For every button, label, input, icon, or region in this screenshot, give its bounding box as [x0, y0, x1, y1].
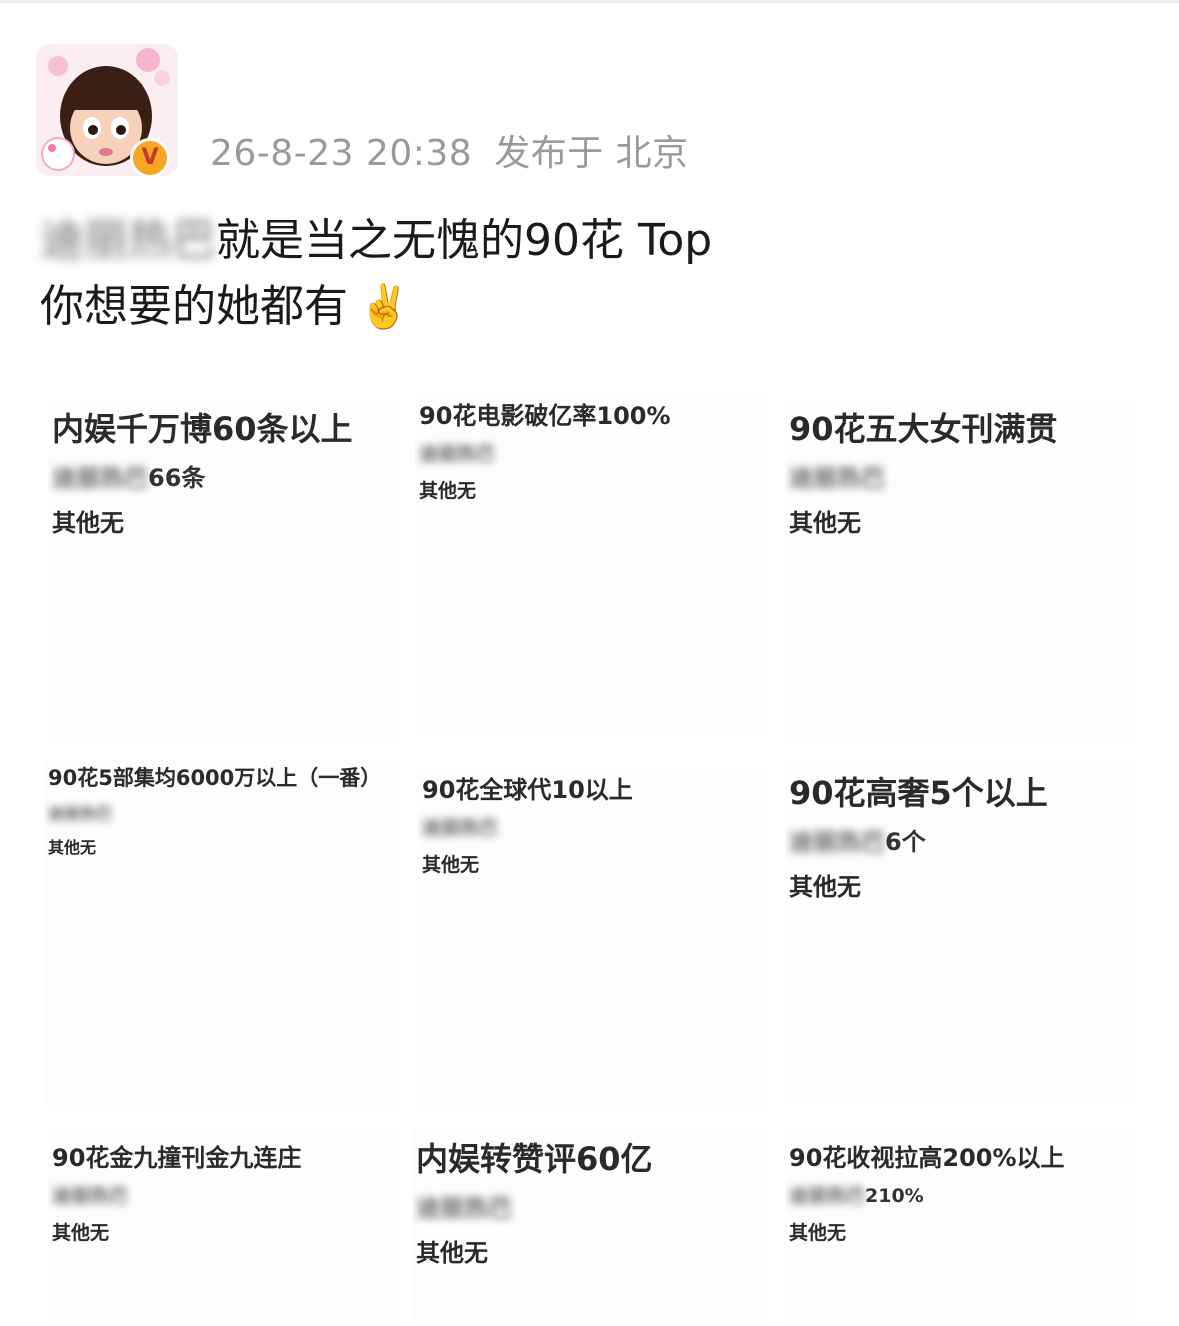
blurred-name: 迪丽热巴: [40, 215, 216, 266]
image-card-6[interactable]: 90花高奢5个以上 迪丽热巴6个 其他无: [785, 762, 1137, 1107]
card-name-line: 迪丽热巴: [48, 800, 396, 824]
card-title: 内娱千万博60条以上: [52, 410, 353, 448]
card-name-line: 迪丽热巴: [419, 439, 763, 466]
card-name-line: 迪丽热巴: [422, 813, 766, 840]
post-location: 发布于 北京: [494, 133, 689, 174]
card-other-text: 其他无: [789, 873, 861, 901]
verified-badge-icon: V: [130, 138, 170, 178]
blurred-name: 迪丽热巴: [789, 1185, 866, 1207]
blurred-name: 迪丽热巴: [789, 464, 885, 492]
card-other-text: 其他无: [419, 480, 477, 502]
post-line-2: 你想要的她都有 ✌️: [40, 274, 712, 340]
card-name-line: 迪丽热巴210%: [789, 1181, 1133, 1208]
blurred-name: 迪丽热巴: [48, 804, 113, 823]
top-divider: [0, 0, 1179, 3]
card-title: 90花全球代10以上: [422, 776, 633, 804]
card-title: 90花收视拉高200%以上: [789, 1144, 1065, 1172]
card-other-text: 其他无: [422, 854, 480, 876]
card-name-line: 迪丽热巴6个: [789, 822, 1133, 857]
image-card-2[interactable]: 90花电影破亿率100% 迪丽热巴 其他无: [415, 390, 767, 735]
image-card-1[interactable]: 内娱千万博60条以上 迪丽热巴66条 其他无: [48, 398, 400, 743]
blurred-name: 迪丽热巴: [419, 443, 496, 465]
post-line-2-text: 你想要的她都有: [40, 281, 348, 332]
post-meta: 26-8-23 20:38 发布于 北京: [210, 124, 689, 176]
card-title: 90花五大女刊满贯: [789, 410, 1058, 448]
post-body: 迪丽热巴就是当之无愧的90花 Top 你想要的她都有 ✌️: [40, 208, 712, 340]
card-name-line: 迪丽热巴: [52, 1181, 396, 1208]
post-line-1-text: 就是当之无愧的90花 Top: [216, 215, 713, 266]
post-line-1: 迪丽热巴就是当之无愧的90花 Top: [40, 208, 712, 274]
card-title: 90花高奢5个以上: [789, 774, 1048, 812]
blurred-name: 迪丽热巴: [52, 464, 148, 492]
image-card-8[interactable]: 内娱转赞评60亿 迪丽热巴 其他无: [412, 1128, 768, 1325]
card-name-suffix: 6个: [885, 828, 926, 856]
card-title: 90花电影破亿率100%: [419, 402, 671, 430]
post-timestamp: 26-8-23 20:38: [210, 133, 473, 174]
card-name-line: 迪丽热巴66条: [52, 458, 396, 493]
card-name-line: 迪丽热巴: [416, 1188, 764, 1223]
image-card-3[interactable]: 90花五大女刊满贯 迪丽热巴 其他无: [785, 398, 1137, 743]
card-name-line: 迪丽热巴: [789, 458, 1133, 493]
image-card-5[interactable]: 90花全球代10以上 迪丽热巴 其他无: [418, 766, 770, 1111]
card-other-text: 其他无: [789, 509, 861, 537]
card-name-suffix: 210%: [865, 1185, 924, 1207]
blurred-name: 迪丽热巴: [789, 828, 885, 856]
image-card-7[interactable]: 90花金九撞刊金九连庄 迪丽热巴 其他无: [48, 1132, 400, 1325]
card-other-text: 其他无: [789, 1222, 847, 1244]
blurred-name: 迪丽热巴: [422, 817, 499, 839]
card-title: 90花金九撞刊金九连庄: [52, 1144, 302, 1172]
card-other-text: 其他无: [48, 838, 97, 857]
image-card-9[interactable]: 90花收视拉高200%以上 迪丽热巴210% 其他无: [785, 1132, 1137, 1325]
weibo-post: V 26-8-23 20:38 发布于 北京 迪丽热巴就是当之无愧的90花 Top…: [0, 0, 1179, 1326]
card-name-suffix: 66条: [148, 464, 206, 492]
card-other-text: 其他无: [52, 1222, 110, 1244]
image-card-4[interactable]: 90花5部集均6000万以上（一番） 迪丽热巴 其他无: [44, 758, 400, 1108]
card-other-text: 其他无: [416, 1239, 488, 1267]
blurred-name: 迪丽热巴: [416, 1194, 512, 1222]
card-other-text: 其他无: [52, 509, 124, 537]
victory-hand-icon: ✌️: [358, 282, 411, 331]
card-title: 内娱转赞评60亿: [416, 1140, 653, 1178]
card-title: 90花5部集均6000万以上（一番）: [48, 766, 382, 790]
blurred-name: 迪丽热巴: [52, 1185, 129, 1207]
image-grid[interactable]: 内娱千万博60条以上 迪丽热巴66条 其他无 90花电影破亿率100% 迪丽热巴…: [40, 380, 1145, 1325]
